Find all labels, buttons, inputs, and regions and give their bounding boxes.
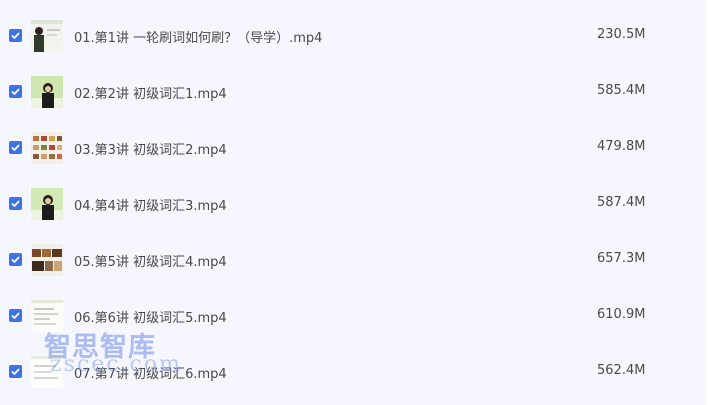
food-grid-thumbnail-icon bbox=[31, 132, 63, 164]
file-name: 05.第5讲 初级词汇4.mp4 bbox=[74, 255, 227, 270]
file-size: 479.8M bbox=[597, 139, 646, 154]
video-thumbnail bbox=[31, 356, 63, 388]
teacher-thumbnail-icon bbox=[31, 188, 63, 220]
video-thumbnail bbox=[31, 20, 63, 52]
slide-thumbnail-icon bbox=[31, 300, 63, 332]
file-size: 230.5M bbox=[597, 27, 646, 42]
file-size: 610.9M bbox=[597, 307, 646, 322]
file-row[interactable]: 05.第5讲 初级词汇4.mp4 657.3M bbox=[0, 231, 706, 287]
file-list-panel: 01.第1讲 一轮刷词如何刷？（导学）.mp4 230.5M 02.第2讲 初级… bbox=[0, 0, 706, 405]
file-row[interactable]: 07.第7讲 初级词汇6.mp4 562.4M bbox=[0, 343, 706, 399]
photos-thumbnail-icon bbox=[31, 244, 63, 276]
check-icon bbox=[11, 88, 20, 96]
slide-thumbnail-icon bbox=[31, 356, 63, 388]
checkbox-checked[interactable] bbox=[9, 197, 22, 210]
file-row[interactable]: 02.第2讲 初级词汇1.mp4 585.4M bbox=[0, 63, 706, 119]
file-row[interactable]: 03.第3讲 初级词汇2.mp4 479.8M bbox=[0, 119, 706, 175]
video-thumbnail bbox=[31, 188, 63, 220]
file-size: 562.4M bbox=[597, 363, 646, 378]
check-icon bbox=[11, 32, 20, 40]
file-row[interactable]: 01.第1讲 一轮刷词如何刷？（导学）.mp4 230.5M bbox=[0, 7, 706, 63]
check-icon bbox=[11, 312, 20, 320]
scrollbar[interactable] bbox=[706, 0, 712, 405]
check-icon bbox=[11, 256, 20, 264]
file-name: 03.第3讲 初级词汇2.mp4 bbox=[74, 143, 227, 158]
checkbox-checked[interactable] bbox=[9, 253, 22, 266]
checkbox-checked[interactable] bbox=[9, 85, 22, 98]
video-thumbnail bbox=[31, 132, 63, 164]
checkbox-checked[interactable] bbox=[9, 29, 22, 42]
file-size: 585.4M bbox=[597, 83, 646, 98]
file-row[interactable]: 06.第6讲 初级词汇5.mp4 610.9M bbox=[0, 287, 706, 343]
teacher-thumbnail-icon bbox=[31, 76, 63, 108]
file-row[interactable]: 04.第4讲 初级词汇3.mp4 587.4M bbox=[0, 175, 706, 231]
checkbox-checked[interactable] bbox=[9, 309, 22, 322]
video-thumbnail bbox=[31, 244, 63, 276]
file-name: 01.第1讲 一轮刷词如何刷？（导学）.mp4 bbox=[74, 31, 323, 46]
video-thumbnail bbox=[31, 300, 63, 332]
check-icon bbox=[11, 368, 20, 376]
file-name: 02.第2讲 初级词汇1.mp4 bbox=[74, 87, 227, 102]
video-thumbnail bbox=[31, 76, 63, 108]
check-icon bbox=[11, 200, 20, 208]
check-icon bbox=[11, 144, 20, 152]
file-name: 04.第4讲 初级词汇3.mp4 bbox=[74, 199, 227, 214]
file-name: 07.第7讲 初级词汇6.mp4 bbox=[74, 367, 227, 382]
file-name: 06.第6讲 初级词汇5.mp4 bbox=[74, 311, 227, 326]
file-size: 657.3M bbox=[597, 251, 646, 266]
file-size: 587.4M bbox=[597, 195, 646, 210]
checkbox-checked[interactable] bbox=[9, 365, 22, 378]
teacher-thumbnail-icon bbox=[31, 20, 63, 52]
checkbox-checked[interactable] bbox=[9, 141, 22, 154]
